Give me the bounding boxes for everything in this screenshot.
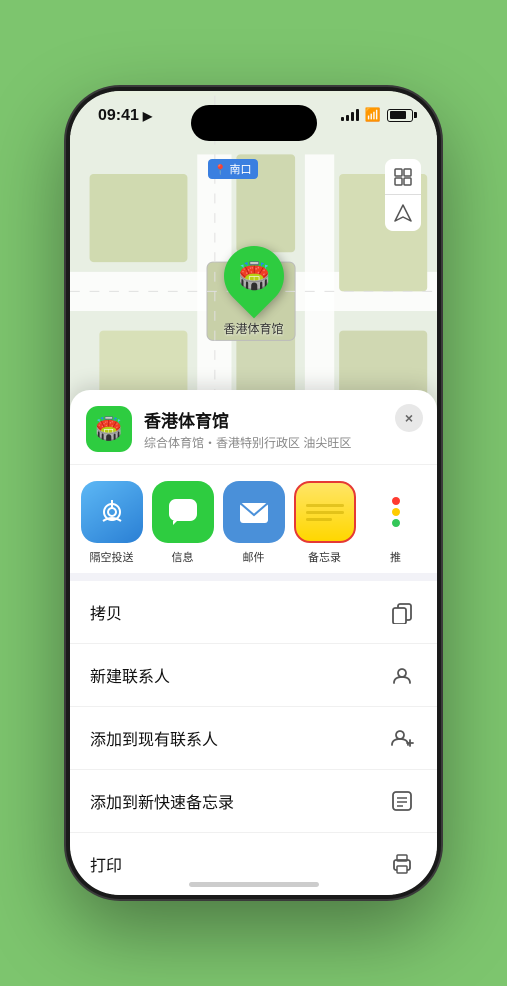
wifi-icon: 📶	[365, 107, 381, 123]
action-item-copy[interactable]: 拷贝	[70, 581, 437, 644]
mail-icon-wrap	[223, 481, 285, 543]
home-indicator	[189, 882, 319, 887]
battery-icon	[387, 109, 413, 122]
add-contact-svg	[389, 726, 415, 750]
quick-note-svg	[390, 789, 414, 813]
phone-frame: 09:41 ▶ 📶	[66, 87, 441, 899]
venue-subtitle: 综合体育馆・香港特别行政区 油尖旺区	[144, 434, 421, 451]
map-icon	[393, 167, 413, 187]
map-controls[interactable]	[385, 159, 421, 231]
message-label: 信息	[172, 549, 194, 565]
share-row: 隔空投送 信息	[70, 465, 437, 573]
print-label: 打印	[90, 852, 387, 876]
add-contact-icon	[387, 723, 417, 753]
location-arrow-icon	[394, 204, 412, 222]
marker-pin: 🏟️	[211, 234, 296, 319]
status-time: 09:41 ▶	[98, 107, 152, 125]
signal-icon	[341, 109, 359, 121]
map-view-button[interactable]	[385, 159, 421, 195]
venue-info: 香港体育馆 综合体育馆・香港特别行政区 油尖旺区	[144, 407, 421, 451]
dynamic-island	[191, 105, 317, 141]
new-contact-icon	[387, 660, 417, 690]
add-contact-label: 添加到现有联系人	[90, 726, 387, 750]
map-location-label: 📍 南口	[208, 159, 258, 179]
stadium-icon: 🏟️	[237, 261, 269, 292]
copy-label: 拷贝	[90, 600, 387, 624]
action-item-add-contact[interactable]: 添加到现有联系人	[70, 707, 437, 770]
location-indicator: ▶	[143, 109, 152, 123]
location-label-text: 南口	[230, 164, 252, 176]
new-contact-svg	[390, 663, 414, 687]
venue-header: 🏟️ 香港体育馆 综合体育馆・香港特别行政区 油尖旺区 ×	[70, 390, 437, 465]
more-icon-wrap	[365, 481, 427, 543]
quick-note-icon	[387, 786, 417, 816]
more-dots	[392, 497, 400, 527]
marker-label: 香港体育馆	[223, 320, 283, 337]
phone-screen: 09:41 ▶ 📶	[70, 91, 437, 895]
mail-label: 邮件	[243, 549, 265, 565]
action-list: 拷贝 新建联系人	[70, 573, 437, 895]
share-item-airdrop[interactable]: 隔空投送	[78, 481, 145, 565]
more-label: 推	[390, 549, 401, 565]
airdrop-icon-wrap	[81, 481, 143, 543]
action-item-quick-note[interactable]: 添加到新快速备忘录	[70, 770, 437, 833]
share-item-more[interactable]: 推	[362, 481, 429, 565]
print-icon	[387, 849, 417, 879]
venue-avatar: 🏟️	[86, 406, 132, 452]
new-contact-label: 新建联系人	[90, 663, 387, 687]
share-item-message[interactable]: 信息	[149, 481, 216, 565]
airdrop-label: 隔空投送	[90, 549, 134, 565]
share-item-mail[interactable]: 邮件	[220, 481, 287, 565]
quick-note-label: 添加到新快速备忘录	[90, 789, 387, 813]
bottom-sheet: 🏟️ 香港体育馆 综合体育馆・香港特别行政区 油尖旺区 ×	[70, 390, 437, 895]
airdrop-icon	[95, 495, 129, 529]
message-icon-wrap	[152, 481, 214, 543]
share-item-notes[interactable]: 备忘录	[291, 481, 358, 565]
mail-icon	[236, 495, 272, 529]
notes-lines	[306, 500, 344, 525]
status-icons: 📶	[341, 107, 413, 123]
time-label: 09:41	[98, 107, 139, 125]
action-item-new-contact[interactable]: 新建联系人	[70, 644, 437, 707]
close-button[interactable]: ×	[395, 404, 423, 432]
stadium-marker: 🏟️ 香港体育馆	[223, 246, 283, 337]
copy-svg	[391, 600, 413, 624]
notes-icon-wrap	[294, 481, 356, 543]
message-icon	[165, 495, 201, 529]
location-arrow-button[interactable]	[385, 195, 421, 231]
notes-label: 备忘录	[308, 549, 341, 565]
print-svg	[390, 852, 414, 876]
venue-name: 香港体育馆	[144, 407, 421, 432]
copy-icon	[387, 597, 417, 627]
